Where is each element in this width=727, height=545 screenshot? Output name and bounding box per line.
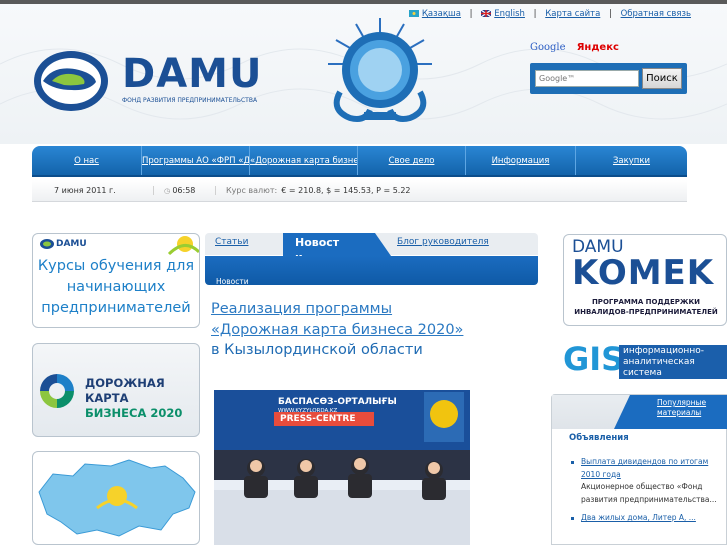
yandex-logo: Яндекс: [576, 42, 619, 53]
komek-subtitle-line1: ПРОГРАММА ПОДДЕРЖКИ: [591, 298, 701, 306]
tab-blog[interactable]: Блог руководителя: [397, 237, 489, 247]
roadmap-year: 2020: [150, 406, 183, 420]
gis-text-line2: аналитическая: [623, 357, 695, 367]
announcements-title: Объявления: [569, 433, 629, 443]
separator: |: [469, 9, 473, 19]
kazakhstan-map-banner[interactable]: [32, 451, 200, 545]
komek-banner[interactable]: DAMU KOMEK ПРОГРАММА ПОДДЕРЖКИ ИНВАЛИДОВ…: [563, 234, 727, 326]
news-headline[interactable]: Реализация программы «Дорожная карта биз…: [211, 299, 511, 361]
feedback-link[interactable]: Обратная связь: [621, 9, 691, 19]
news-photo[interactable]: БАСПАСӨЗ-ОРТАЛЫҒЫ WWW.KYZYLORDA.KZ PRESS…: [214, 390, 470, 545]
separator: |: [609, 9, 612, 19]
sun-ornament-icon: [167, 236, 199, 256]
current-time-wrap: ◷ 06:58: [154, 186, 216, 195]
kazakhstan-emblem: [320, 14, 440, 128]
uk-flag-icon: [481, 10, 492, 17]
tab-panel-label: Новости: [216, 277, 249, 286]
roadmap-line2: БИЗНЕСА: [85, 406, 147, 420]
roadmap-logo-icon: [40, 374, 74, 408]
tab-corner-shape: [375, 233, 391, 256]
announcements-panel: Популярные материалы Объявления Выплата …: [551, 394, 727, 545]
courses-banner-logo: DAMU: [56, 239, 87, 249]
photo-sign-top: БАСПАСӨЗ-ОРТАЛЫҒЫ: [278, 397, 397, 407]
roadmap-banner[interactable]: ДОРОЖНАЯ КАРТА БИЗНЕСА 2020: [32, 343, 200, 437]
roadmap-line1: ДОРОЖНАЯ КАРТА: [85, 376, 165, 405]
roadmap-line2-wrap: БИЗНЕСА 2020: [85, 406, 199, 421]
tab-panel: Новости: [205, 256, 538, 286]
tab-articles[interactable]: Статьи: [215, 237, 248, 247]
gis-text: информационно- аналитическая система: [619, 345, 727, 379]
gis-banner[interactable]: GIS информационно- аналитическая система: [563, 339, 727, 384]
roadmap-banner-text: ДОРОЖНАЯ КАРТА БИЗНЕСА 2020: [85, 376, 199, 421]
nav-item-own-business[interactable]: Свое дело: [358, 146, 466, 175]
nav-item-programs[interactable]: Программы АО «ФРП «Даму»: [142, 146, 250, 175]
logo-tagline: ФОНД РАЗВИТИЯ ПРЕДПРИНИМАТЕЛЬСТВА: [122, 97, 258, 104]
tab-popular[interactable]: Популярные материалы: [630, 395, 727, 429]
search-button[interactable]: Поиск: [642, 68, 682, 89]
announcement-link[interactable]: Выплата дивидендов по итогам 2010 года: [569, 456, 721, 481]
damu-logo[interactable]: DAMU ФОНД РАЗВИТИЯ ПРЕДПРИНИМАТЕЛЬСТВА: [34, 46, 266, 116]
nav-item-roadmap[interactable]: «Дорожная карта бизнеса 2020»: [250, 146, 358, 175]
main-nav: О нас Программы АО «ФРП «Даму» «Дорожная…: [32, 146, 687, 177]
gis-brand: GIS: [563, 340, 625, 378]
photo-sign-bottom: PRESS-CENTRE: [280, 414, 356, 424]
gis-text-line3: система: [623, 368, 662, 378]
state-emblem-icon: [328, 18, 432, 122]
current-date: 7 июня 2011 г.: [32, 186, 154, 195]
search-brand-logos: Google Яндекс: [530, 42, 619, 53]
search-input[interactable]: [535, 70, 639, 87]
nav-item-procurement[interactable]: Закупки: [576, 146, 687, 175]
exchange-rates: Курс валют: € = 210.8, $ = 145.53, Р = 5.…: [216, 186, 411, 195]
kazakhstan-map-icon: [38, 459, 196, 537]
komek-brand: KOMEK: [572, 253, 715, 293]
rates-label: Курс валют:: [226, 186, 278, 195]
nav-item-about[interactable]: О нас: [32, 146, 142, 175]
right-tab-corner: [614, 395, 630, 429]
headline-line2: «Дорожная карта бизнеса 2020»: [211, 321, 464, 338]
komek-subtitle: ПРОГРАММА ПОДДЕРЖКИ ИНВАЛИДОВ-ПРЕДПРИНИМ…: [564, 297, 727, 317]
announcements-list: Выплата дивидендов по итогам 2010 года А…: [569, 456, 721, 525]
courses-banner-text: Курсы обучения для начинающих предприним…: [37, 258, 195, 316]
announcement-desc: Акционерное общество «Фонд развития пред…: [581, 482, 717, 504]
lang-english-link[interactable]: English: [494, 9, 525, 19]
logo-name: DAMU: [122, 51, 263, 97]
search-box: Поиск: [530, 63, 687, 94]
current-time: 06:58: [172, 186, 196, 195]
separator: |: [533, 9, 537, 19]
page: { "top_links": { "kazakh": "Қазақша", "e…: [0, 0, 727, 545]
gis-text-line1: информационно-: [623, 346, 704, 356]
tab-news[interactable]: Новости: [283, 233, 375, 264]
announcement-link[interactable]: Два жилых дома, Литер А, ...: [569, 512, 721, 525]
damu-mini-logo-icon: [40, 239, 54, 249]
rates-values: € = 210.8, $ = 145.53, Р = 5.22: [281, 186, 411, 195]
google-logo: Google: [530, 42, 566, 53]
sitemap-link[interactable]: Карта сайта: [545, 9, 600, 19]
top-links: Қазақша | English | Карта сайта | Обратн…: [408, 9, 691, 19]
date-bar: 7 июня 2011 г. ◷ 06:58 Курс валют: € = 21…: [32, 180, 687, 202]
nav-item-information[interactable]: Информация: [466, 146, 576, 175]
headline-line3: в Кызылординской области: [211, 342, 423, 358]
headline-line1: Реализация программы: [211, 301, 393, 317]
komek-subtitle-line2: ИНВАЛИДОВ-ПРЕДПРИНИМАТЕЛЕЙ: [574, 308, 718, 316]
courses-banner[interactable]: DAMU Курсы обучения для начинающих предп…: [32, 233, 200, 328]
news-tabs: Статьи Новости Блог руководителя Новости: [205, 233, 538, 286]
